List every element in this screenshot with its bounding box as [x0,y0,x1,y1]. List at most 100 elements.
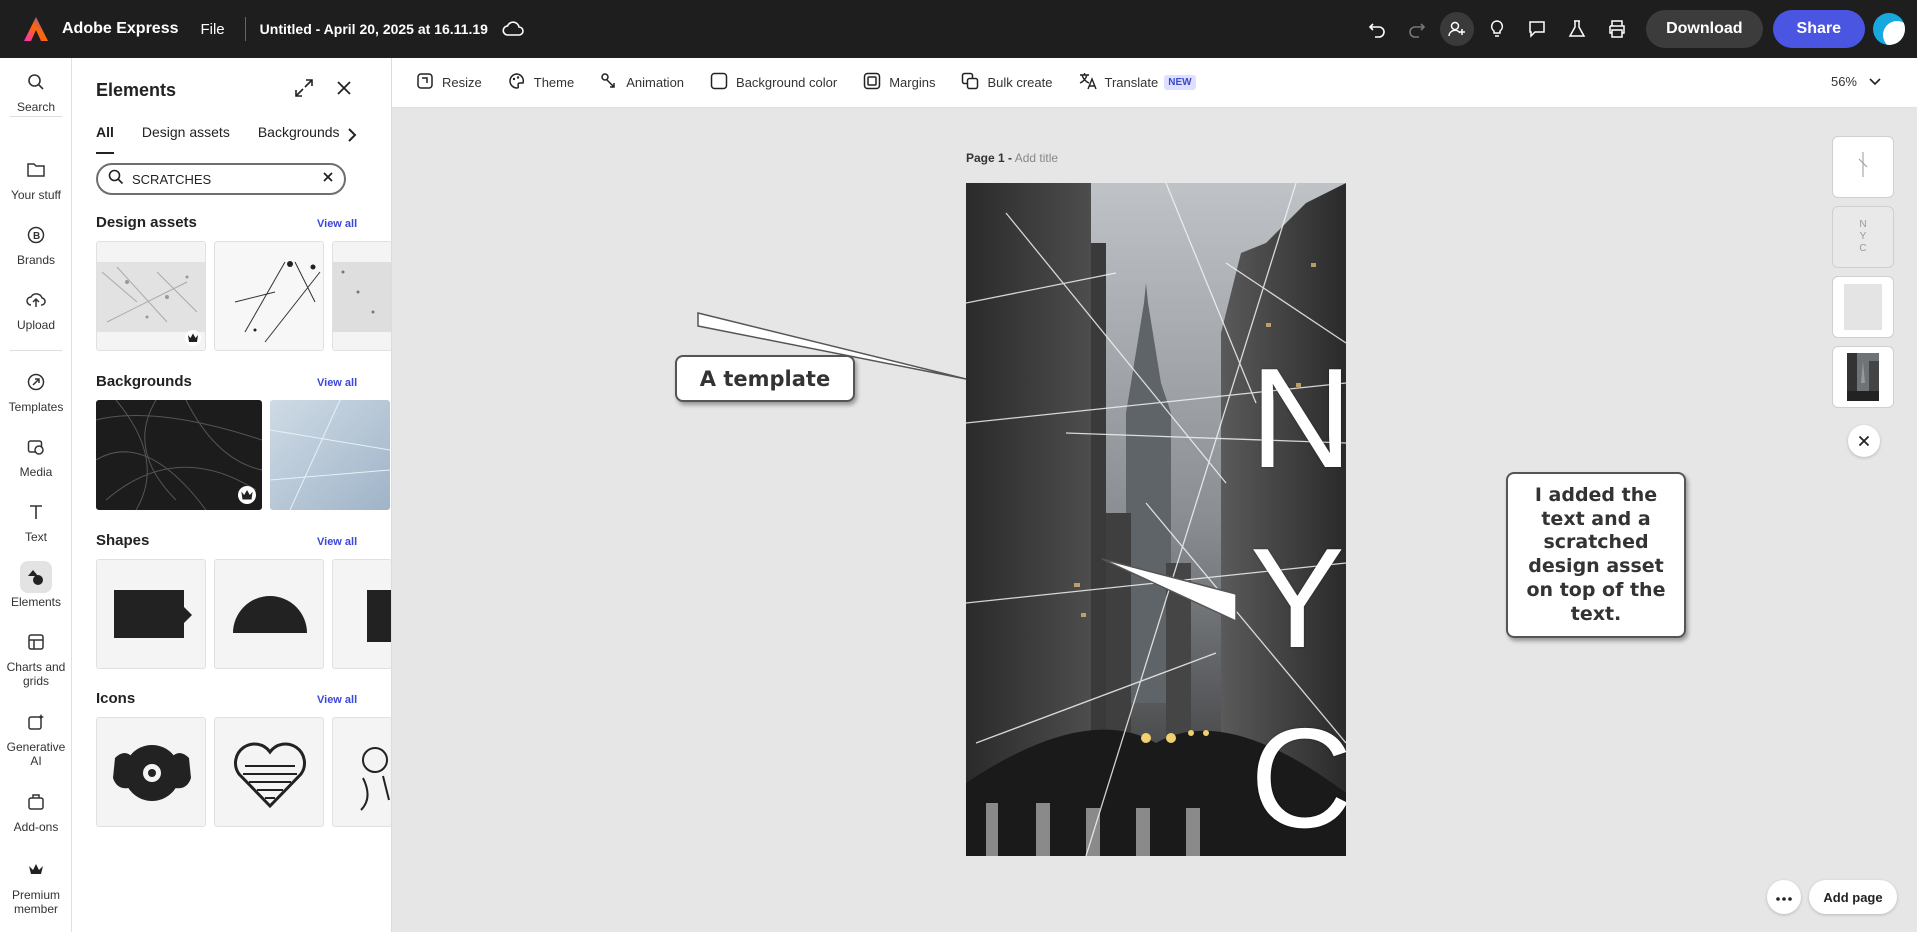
animation-icon [600,72,626,93]
asset-thumb[interactable] [214,241,324,351]
premium-crown-icon [238,486,256,509]
rail-item-premium[interactable]: Premium member [0,854,72,917]
cloud-sync-icon[interactable] [502,21,524,37]
add-page-button[interactable]: Add page [1809,880,1897,914]
rail-item-elements[interactable]: Elements [0,561,72,609]
animation-label: Animation [626,75,685,90]
section-title-backgrounds: Backgrounds [96,373,192,390]
asset-thumb[interactable] [96,241,206,351]
color-swatch-icon [710,72,736,93]
top-bar-actions: Download Share [1354,0,1905,58]
background-thumb[interactable] [96,400,262,510]
theme-label: Theme [533,75,575,90]
search-icon [20,66,52,98]
page-thumbnail[interactable] [1832,346,1894,408]
rail-label: Search [16,100,56,114]
shape-thumb[interactable] [332,559,391,669]
rail-item-templates[interactable]: Templates [0,366,72,414]
close-icon[interactable] [334,78,356,100]
zoom-control[interactable]: 56% [1831,74,1881,89]
resize-icon [416,72,442,93]
redo-icon[interactable] [1400,12,1434,46]
more-icon [1776,888,1792,906]
undo-icon[interactable] [1360,12,1394,46]
avatar[interactable] [1873,13,1905,45]
shape-thumb[interactable] [214,559,324,669]
crown-icon [20,854,52,886]
letter-c[interactable]: C [1250,708,1346,850]
theme-button[interactable]: Theme [508,72,574,93]
background-thumb[interactable] [270,400,390,510]
add-title-link[interactable]: Add title [1015,151,1058,165]
bulk-create-icon [961,72,987,93]
more-options-button[interactable] [1767,880,1801,914]
resize-label: Resize [442,75,482,90]
page-thumbnail[interactable] [1832,276,1894,338]
search-input[interactable] [132,171,322,187]
charts-icon [20,626,52,658]
shape-thumb[interactable] [96,559,206,669]
resize-button[interactable]: Resize [416,72,482,93]
rail-label: Upload [16,318,56,332]
background-color-button[interactable]: Background color [710,72,837,93]
tab-backgrounds[interactable]: Backgrounds [258,124,340,154]
tab-all[interactable]: All [96,124,114,154]
mini-letter: Y [1859,231,1867,242]
rail-item-charts[interactable]: Charts and grids [0,626,72,689]
page-number: Page 1 - [966,151,1013,165]
rail-item-addons[interactable]: Add-ons [0,786,72,834]
file-menu[interactable]: File [200,21,224,38]
background-color-label: Background color [736,75,838,90]
divider [10,350,62,351]
margins-button[interactable]: Margins [863,72,935,93]
generative-ai-icon [20,706,52,738]
lightbulb-icon[interactable] [1480,12,1514,46]
character-icon[interactable] [332,717,391,827]
clear-icon[interactable] [322,170,334,188]
view-all-link[interactable]: View all [317,218,357,230]
rail-item-generative-ai[interactable]: Generative AI [0,706,72,769]
asset-thumb[interactable] [332,241,391,351]
bulk-create-button[interactable]: Bulk create [961,72,1053,93]
comment-icon[interactable] [1520,12,1554,46]
media-icon [20,431,52,463]
print-icon[interactable] [1600,12,1634,46]
vinyl-record-icon[interactable] [96,717,206,827]
chevron-right-icon[interactable] [340,122,364,148]
page-thumbnail[interactable]: N Y C [1832,206,1894,268]
translate-button[interactable]: Translate NEW [1079,72,1196,93]
rail-item-upload[interactable]: Upload [0,284,72,332]
document-title[interactable]: Untitled - April 20, 2025 at 16.11.19 [260,21,488,37]
view-all-link[interactable]: View all [317,377,357,389]
animation-button[interactable]: Animation [600,72,684,93]
download-button[interactable]: Download [1646,10,1763,48]
letter-y[interactable]: Y [1250,528,1345,670]
rail-item-brands[interactable]: B Brands [0,219,72,267]
rail-item-text[interactable]: Text [0,496,72,544]
share-button[interactable]: Share [1772,10,1865,48]
adobe-express-logo[interactable] [22,15,50,43]
view-all-link[interactable]: View all [317,694,357,706]
view-all-link[interactable]: View all [317,536,357,548]
callout-template: A template [675,355,855,402]
page-thumbnail[interactable] [1832,136,1894,198]
new-badge: NEW [1164,75,1196,90]
letter-n[interactable]: N [1250,348,1346,490]
invite-user-icon[interactable] [1440,12,1475,46]
heart-icon[interactable] [214,717,324,827]
top-bar: Adobe Express File Untitled - April 20, … [0,0,1917,58]
tab-design-assets[interactable]: Design assets [142,124,230,154]
rail-item-search[interactable]: Search [0,66,72,114]
rail-item-media[interactable]: Media [0,431,72,479]
close-icon[interactable] [1848,425,1880,457]
expand-icon[interactable] [294,78,316,100]
divider [244,17,246,41]
rail-item-your-stuff[interactable]: Your stuff [0,154,72,202]
brand-icon: B [20,219,52,251]
section-title-icons: Icons [96,690,136,707]
app-name: Adobe Express [62,20,179,37]
translate-label: Translate [1104,75,1159,90]
rail-label: Premium member [11,888,60,917]
artboard[interactable]: N Y C [966,183,1346,856]
beaker-icon[interactable] [1560,12,1594,46]
